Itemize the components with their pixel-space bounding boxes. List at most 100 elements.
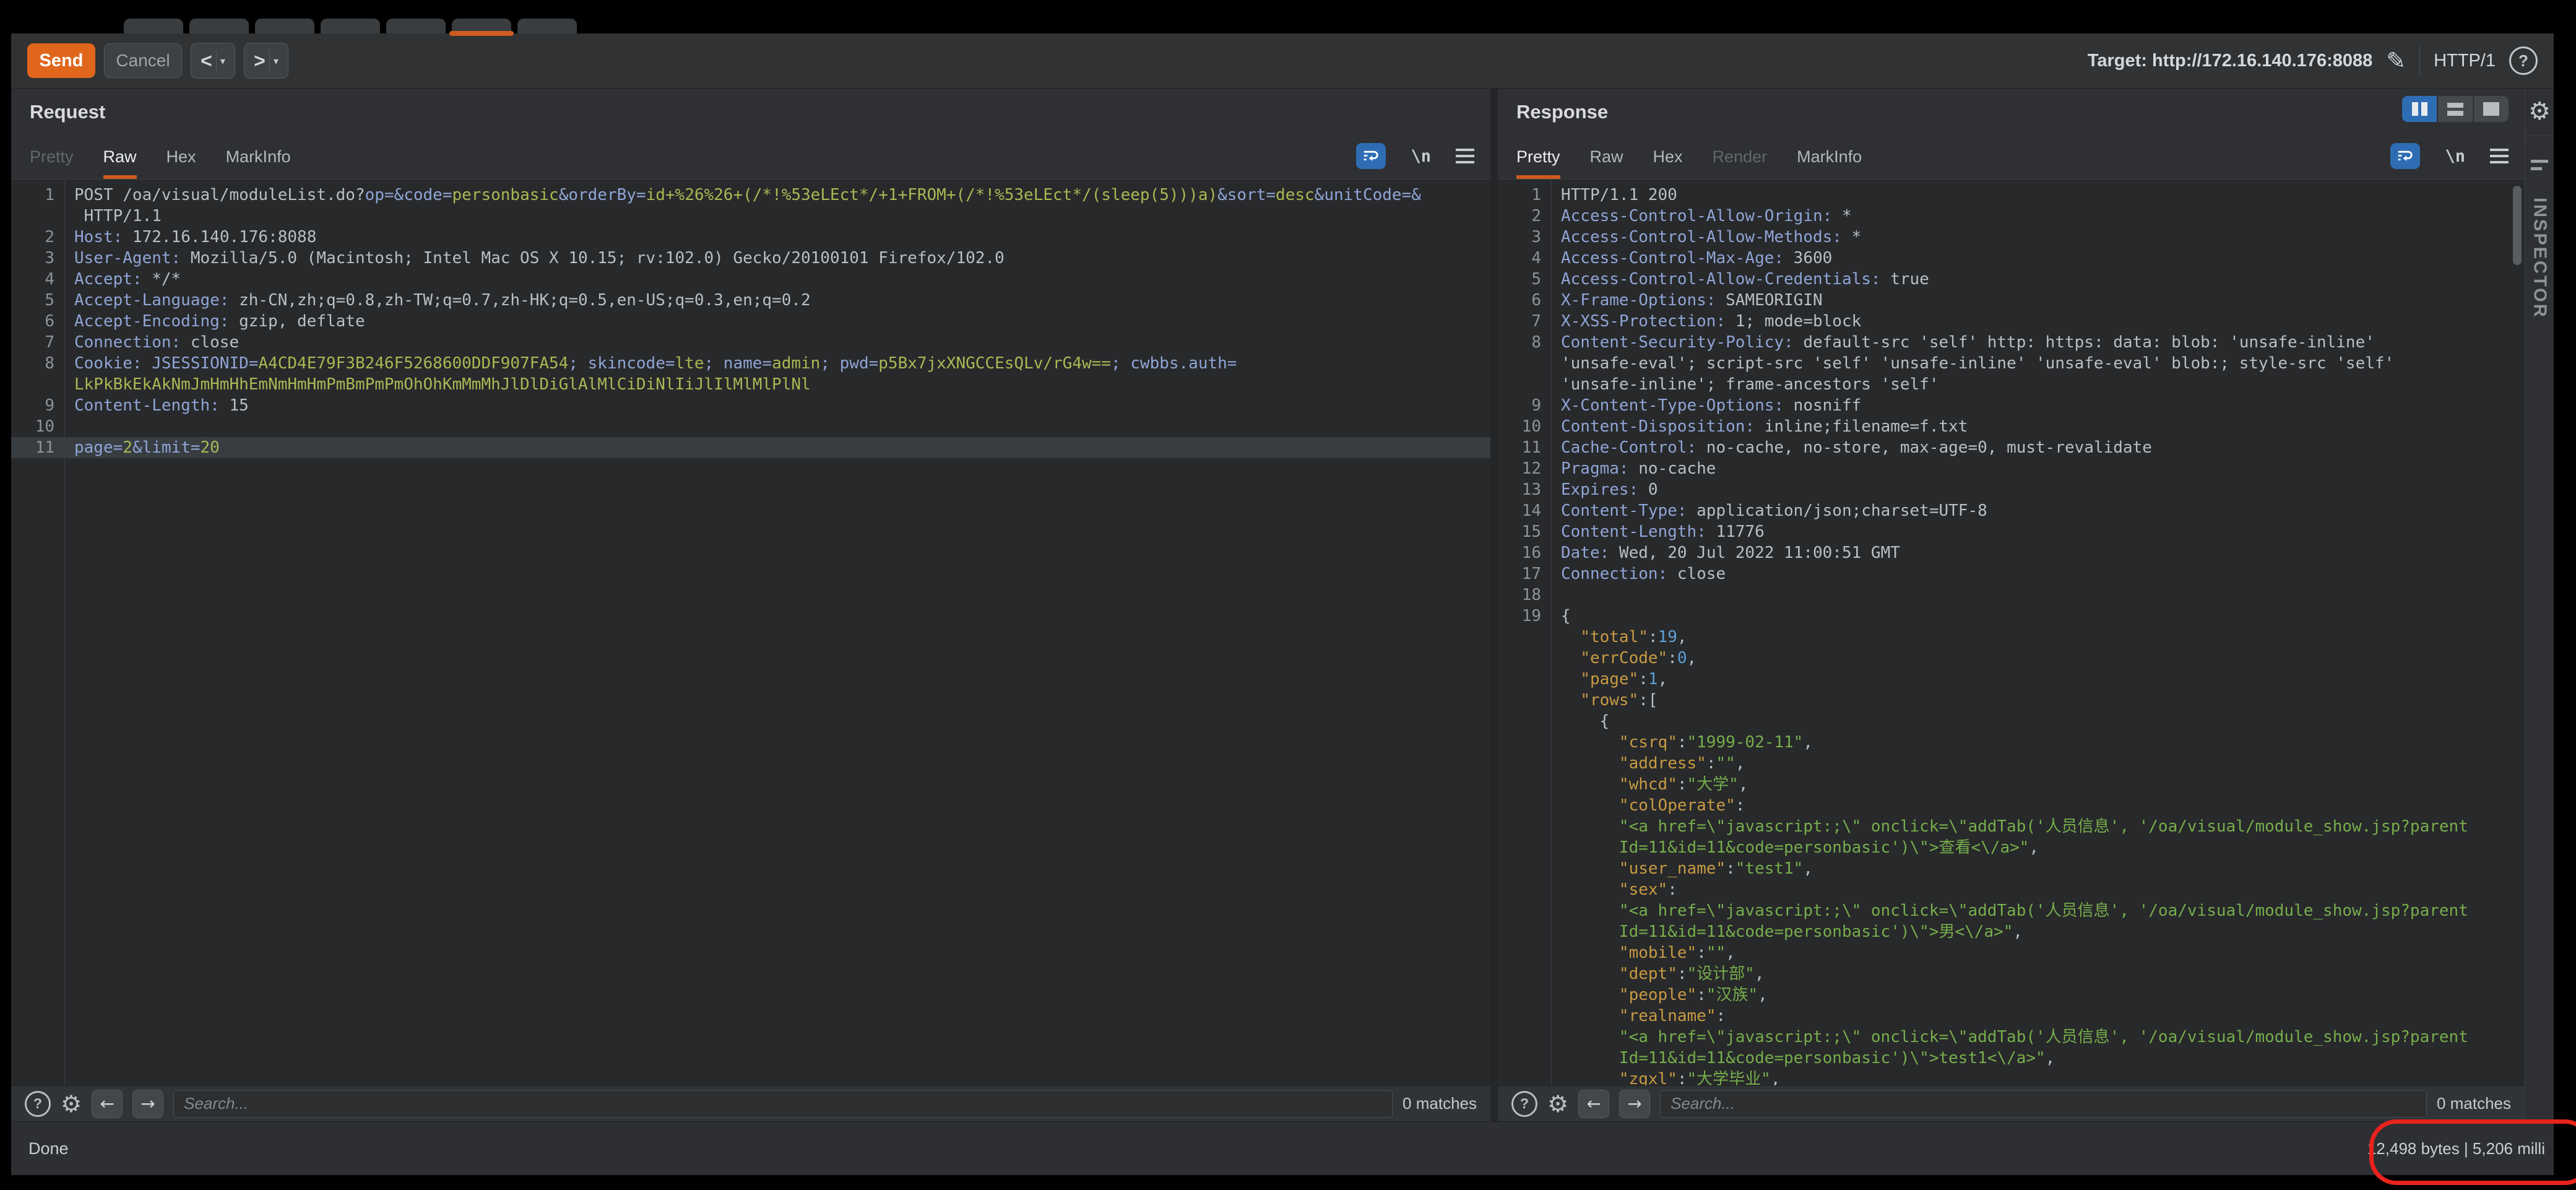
code-line[interactable]: 'unsafe-eval'; script-src 'self' 'unsafe…: [1498, 353, 2525, 374]
inspector-tab[interactable]: INSPECTOR: [2530, 198, 2550, 319]
code-line[interactable]: {: [1498, 711, 2525, 732]
code-line[interactable]: 11page=2&limit=20: [11, 437, 1490, 458]
request-editor[interactable]: 1POST /oa/visual/moduleList.do?op=&code=…: [11, 179, 1490, 1085]
code-line[interactable]: 8Content-Security-Policy: default-src 's…: [1498, 332, 2525, 353]
code-line[interactable]: 18: [1498, 584, 2525, 606]
repeater-tab[interactable]: [189, 19, 249, 33]
code-line[interactable]: 3User-Agent: Mozilla/5.0 (Macintosh; Int…: [11, 248, 1490, 269]
code-line[interactable]: "errCode":0,: [1498, 648, 2525, 669]
code-line[interactable]: HTTP/1.1: [11, 206, 1490, 227]
code-line[interactable]: 14Content-Type: application/json;charset…: [1498, 500, 2525, 521]
code-line[interactable]: 17Connection: close: [1498, 563, 2525, 584]
edit-target-icon[interactable]: ✎: [2386, 47, 2406, 74]
cancel-button[interactable]: Cancel: [104, 43, 182, 78]
prev-match-button[interactable]: ←: [1578, 1090, 1609, 1118]
code-line[interactable]: 10: [11, 416, 1490, 437]
chevron-down-icon[interactable]: ▾: [217, 55, 229, 67]
code-line[interactable]: 5Accept-Language: zh-CN,zh;q=0.8,zh-TW;q…: [11, 290, 1490, 311]
code-line[interactable]: 2Access-Control-Allow-Origin: *: [1498, 206, 2525, 227]
code-line[interactable]: 4Access-Control-Max-Age: 3600: [1498, 248, 2525, 269]
code-line[interactable]: Id=11&id=11&code=personbasic')\">查看<\/a>…: [1498, 837, 2525, 858]
code-line[interactable]: 19{: [1498, 606, 2525, 627]
repeater-tab[interactable]: [386, 19, 446, 33]
code-line[interactable]: "user_name":"test1",: [1498, 858, 2525, 879]
code-line[interactable]: 1POST /oa/visual/moduleList.do?op=&code=…: [11, 185, 1490, 206]
tab-markinfo[interactable]: MarkInfo: [226, 147, 291, 179]
prev-match-button[interactable]: ←: [92, 1090, 123, 1118]
tab-render[interactable]: Render: [1713, 147, 1768, 179]
code-line[interactable]: 2Host: 172.16.140.176:8088: [11, 227, 1490, 248]
code-line[interactable]: Id=11&id=11&code=personbasic')\">test1<\…: [1498, 1048, 2525, 1069]
request-search-input[interactable]: [173, 1090, 1393, 1118]
search-help-icon[interactable]: ?: [25, 1091, 51, 1117]
code-line[interactable]: 7X-XSS-Protection: 1; mode=block: [1498, 311, 2525, 332]
code-line[interactable]: "sex":: [1498, 879, 2525, 900]
tab-pretty[interactable]: Pretty: [30, 147, 74, 179]
code-line[interactable]: "<a href=\"javascript:;\" onclick=\"addT…: [1498, 816, 2525, 837]
code-line[interactable]: 12Pragma: no-cache: [1498, 458, 2525, 479]
code-line[interactable]: "realname":: [1498, 1005, 2525, 1027]
code-line[interactable]: "mobile":"",: [1498, 942, 2525, 963]
code-line[interactable]: 9X-Content-Type-Options: nosniff: [1498, 395, 2525, 416]
response-search-input[interactable]: [1660, 1090, 2427, 1118]
code-line[interactable]: 10Content-Disposition: inline;filename=f…: [1498, 416, 2525, 437]
tab-hex[interactable]: Hex: [1653, 147, 1683, 179]
repeater-tab[interactable]: [517, 19, 577, 33]
tab-hex[interactable]: Hex: [166, 147, 196, 179]
panel-divider[interactable]: [1490, 89, 1498, 1121]
response-scrollbar[interactable]: [2513, 186, 2522, 265]
tab-raw[interactable]: Raw: [1590, 147, 1623, 179]
show-newlines-icon[interactable]: \n: [1411, 147, 1431, 166]
code-line[interactable]: "<a href=\"javascript:;\" onclick=\"addT…: [1498, 900, 2525, 921]
repeater-tab[interactable]: [255, 19, 314, 33]
next-match-button[interactable]: →: [1619, 1090, 1650, 1118]
code-line[interactable]: 9Content-Length: 15: [11, 395, 1490, 416]
code-line[interactable]: "page":1,: [1498, 669, 2525, 690]
code-line[interactable]: "csrq":"1999-02-11",: [1498, 732, 2525, 753]
code-line[interactable]: "address":"",: [1498, 753, 2525, 774]
code-line[interactable]: 6X-Frame-Options: SAMEORIGIN: [1498, 290, 2525, 311]
history-back-button[interactable]: < ▾: [191, 43, 235, 79]
editor-menu-icon[interactable]: [1456, 149, 1474, 163]
code-line[interactable]: "people":"汉族",: [1498, 984, 2525, 1005]
next-match-button[interactable]: →: [132, 1090, 163, 1118]
code-line[interactable]: 15Content-Length: 11776: [1498, 521, 2525, 542]
code-line[interactable]: 4Accept: */*: [11, 269, 1490, 290]
code-line[interactable]: 6Accept-Encoding: gzip, deflate: [11, 311, 1490, 332]
collapse-panel-icon[interactable]: [2531, 160, 2548, 170]
word-wrap-icon[interactable]: [2390, 143, 2420, 169]
code-line[interactable]: 'unsafe-inline'; frame-ancestors 'self': [1498, 374, 2525, 395]
layout-columns-icon[interactable]: [2402, 96, 2437, 122]
tab-pretty[interactable]: Pretty: [1516, 147, 1560, 179]
code-line[interactable]: "colOperate":: [1498, 795, 2525, 816]
code-line[interactable]: 11Cache-Control: no-cache, no-store, max…: [1498, 437, 2525, 458]
repeater-tab[interactable]: [321, 19, 380, 33]
layout-single-icon[interactable]: [2474, 96, 2509, 122]
chevron-down-icon[interactable]: ▾: [270, 55, 282, 67]
send-button[interactable]: Send: [27, 43, 95, 78]
repeater-tab[interactable]: [452, 19, 511, 33]
code-line[interactable]: 1HTTP/1.1 200: [1498, 185, 2525, 206]
show-newlines-icon[interactable]: \n: [2445, 147, 2465, 166]
history-forward-button[interactable]: > ▾: [244, 43, 288, 79]
code-line[interactable]: "dept":"设计部",: [1498, 963, 2525, 984]
word-wrap-icon[interactable]: [1356, 143, 1386, 169]
gear-icon[interactable]: ⚙: [2528, 97, 2551, 126]
search-settings-icon[interactable]: ⚙: [1547, 1090, 1568, 1118]
code-line[interactable]: 5Access-Control-Allow-Credentials: true: [1498, 269, 2525, 290]
layout-rows-icon[interactable]: [2438, 96, 2473, 122]
code-line[interactable]: "<a href=\"javascript:;\" onclick=\"addT…: [1498, 1027, 2525, 1048]
code-line[interactable]: 8Cookie: JSESSIONID=A4CD4E79F3B246F52686…: [11, 353, 1490, 374]
code-line[interactable]: "whcd":"大学",: [1498, 774, 2525, 795]
code-line[interactable]: 3Access-Control-Allow-Methods: *: [1498, 227, 2525, 248]
code-line[interactable]: 13Expires: 0: [1498, 479, 2525, 500]
editor-menu-icon[interactable]: [2490, 149, 2509, 163]
help-icon[interactable]: ?: [2509, 46, 2538, 75]
search-help-icon[interactable]: ?: [1511, 1091, 1537, 1117]
code-line[interactable]: Id=11&id=11&code=personbasic')\">男<\/a>"…: [1498, 921, 2525, 942]
code-line[interactable]: "zgxl":"大学毕业",: [1498, 1069, 2525, 1085]
search-settings-icon[interactable]: ⚙: [61, 1090, 82, 1118]
response-editor[interactable]: 1HTTP/1.1 2002Access-Control-Allow-Origi…: [1498, 179, 2525, 1085]
code-line[interactable]: "rows":[: [1498, 690, 2525, 711]
repeater-tab[interactable]: [124, 19, 183, 33]
